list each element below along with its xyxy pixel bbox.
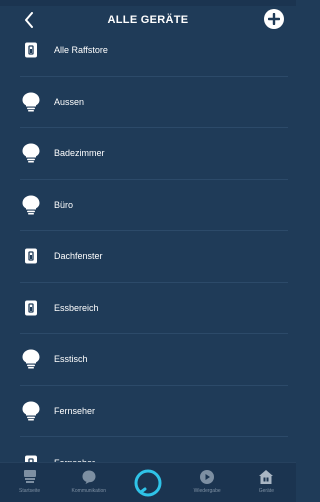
- device-row[interactable]: Dachfenster: [20, 231, 288, 283]
- device-label: Alle Raffstore: [54, 45, 108, 56]
- device-label: Aussen: [54, 96, 85, 107]
- nav-alexa[interactable]: [120, 463, 176, 499]
- device-row[interactable]: Esstisch: [20, 334, 288, 386]
- play-icon: [200, 470, 215, 484]
- bulb-icon: [20, 91, 42, 113]
- home-icon: [23, 470, 36, 483]
- device-row[interactable]: Essbereich: [20, 283, 288, 334]
- device-row[interactable]: Alle Raffstore: [20, 25, 288, 77]
- blind-switch-icon: [20, 245, 42, 267]
- nav-devices[interactable]: Geräte: [238, 463, 294, 494]
- device-list: Alle Raffstore Aussen Badezimmer Büro Da…: [0, 25, 296, 489]
- device-label: Dachfenster: [54, 251, 103, 262]
- device-row[interactable]: Aussen: [20, 77, 288, 128]
- device-label: Esstisch: [54, 354, 88, 365]
- device-label: Essbereich: [54, 302, 99, 313]
- device-row[interactable]: Fernseher: [20, 386, 288, 437]
- bulb-icon: [20, 142, 42, 164]
- bulb-icon: [20, 400, 42, 422]
- devices-home-icon: [259, 470, 274, 484]
- device-row[interactable]: Büro: [20, 180, 288, 231]
- plus-icon: [268, 13, 280, 25]
- device-label: Büro: [54, 199, 74, 210]
- blind-switch-icon: [20, 39, 42, 61]
- nav-communication-label: Kommunikation: [71, 488, 107, 494]
- device-label: Fernseher: [54, 405, 96, 416]
- nav-home-label: Startseite: [19, 488, 41, 494]
- nav-play-label: Wiedergabe: [193, 488, 221, 494]
- nav-play[interactable]: Wiedergabe: [179, 463, 235, 494]
- nav-home[interactable]: Startseite: [2, 463, 58, 494]
- device-row[interactable]: Badezimmer: [20, 128, 288, 180]
- bulb-icon: [20, 348, 42, 370]
- nav-communication[interactable]: Kommunikation: [61, 463, 117, 494]
- bottom-nav: Startseite Kommunikation Wiedergabe Gerä…: [0, 462, 296, 502]
- blind-switch-icon: [20, 297, 42, 319]
- alexa-icon: [134, 469, 162, 497]
- bulb-icon: [20, 194, 42, 216]
- nav-devices-label: Geräte: [258, 488, 274, 494]
- chat-bubble-icon: [82, 470, 96, 484]
- device-label: Badezimmer: [54, 148, 105, 159]
